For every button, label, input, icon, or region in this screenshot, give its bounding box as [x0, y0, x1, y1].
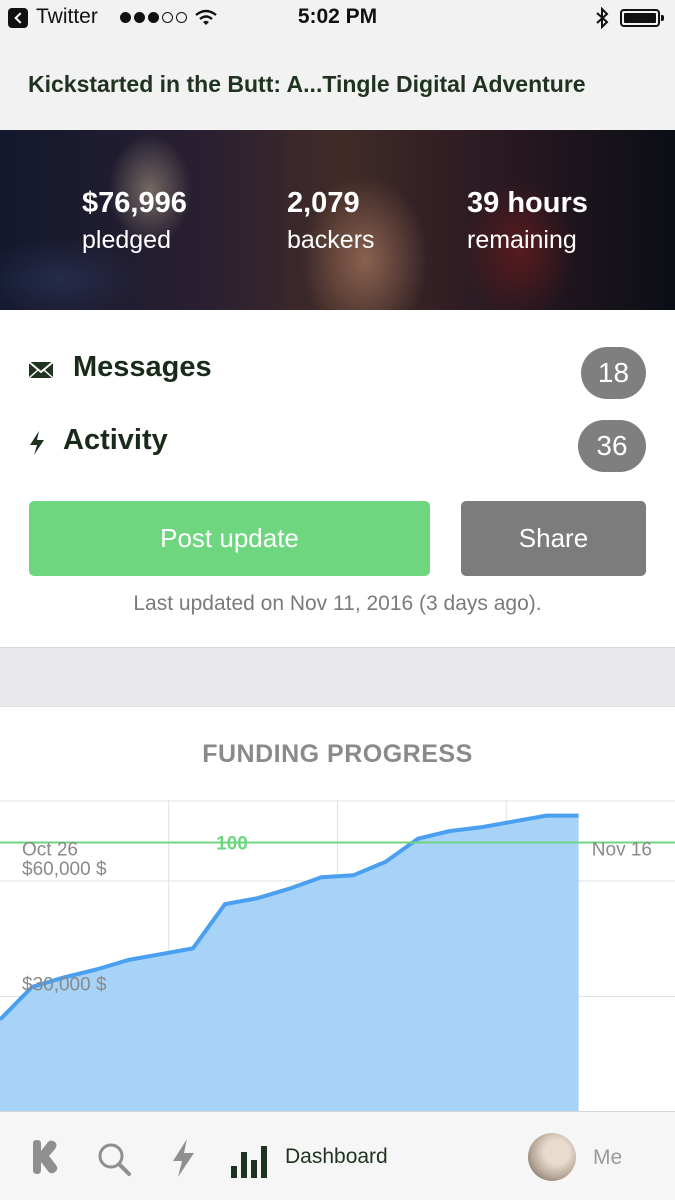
stat-pledged-label: pledged	[82, 226, 171, 254]
stat-remaining-value: 39 hours	[467, 187, 588, 219]
chart-title: FUNDING PROGRESS	[202, 740, 473, 768]
avatar[interactable]	[528, 1133, 576, 1181]
project-header: Kickstarted in the Butt: A...Tingle Digi…	[0, 36, 675, 130]
activity-label: Activity	[63, 424, 168, 456]
tab-me[interactable]: Me	[593, 1146, 622, 1170]
stat-remaining-label: remaining	[467, 226, 577, 254]
project-hero-image: $76,996 pledged 2,079 backers 39 hours r…	[0, 130, 675, 310]
envelope-icon	[28, 361, 54, 379]
stat-backers: 2,079 backers	[287, 184, 375, 258]
y-tick-label: $60,000 $	[22, 859, 107, 880]
stat-backers-label: backers	[287, 226, 375, 254]
tab-bar: Dashboard Me	[0, 1111, 675, 1200]
stat-pledged-value: $76,996	[82, 187, 187, 219]
dashboard-tab-icon[interactable]	[231, 1142, 269, 1178]
x-end-label: Nov 16	[592, 840, 652, 861]
activity-row[interactable]: Activity 36	[0, 412, 675, 472]
funding-progress-chart: Oct 26 Nov 16 100 $60,000 $ $30,000 $	[0, 800, 675, 1112]
project-title[interactable]: Kickstarted in the Butt: A...Tingle Digi…	[28, 71, 586, 98]
messages-label: Messages	[73, 351, 212, 383]
x-start-label: Oct 26	[22, 840, 78, 861]
section-divider	[0, 647, 675, 707]
bluetooth-icon	[596, 7, 609, 29]
stat-remaining: 39 hours remaining	[467, 184, 588, 258]
messages-count-badge: 18	[581, 347, 646, 399]
lightning-icon	[30, 431, 44, 455]
kickstarter-logo-icon[interactable]	[30, 1140, 60, 1174]
post-update-button[interactable]: Post update	[29, 501, 430, 576]
goal-label: 100	[216, 834, 248, 855]
y-tick-label: $30,000 $	[22, 975, 107, 996]
clock: 5:02 PM	[297, 5, 378, 28]
tab-dashboard[interactable]: Dashboard	[285, 1145, 388, 1169]
activity-tab-icon[interactable]	[170, 1138, 196, 1178]
last-updated-text: Last updated on Nov 11, 2016 (3 days ago…	[133, 592, 542, 615]
messages-row[interactable]: Messages 18	[0, 339, 675, 399]
stat-backers-value: 2,079	[287, 187, 360, 219]
stat-pledged: $76,996 pledged	[82, 184, 187, 258]
status-bar: Twitter 5:02 PM	[0, 0, 675, 36]
activity-count-badge: 36	[578, 420, 646, 472]
share-button[interactable]: Share	[461, 501, 646, 576]
battery-icon	[620, 9, 664, 27]
search-icon[interactable]	[96, 1141, 132, 1177]
